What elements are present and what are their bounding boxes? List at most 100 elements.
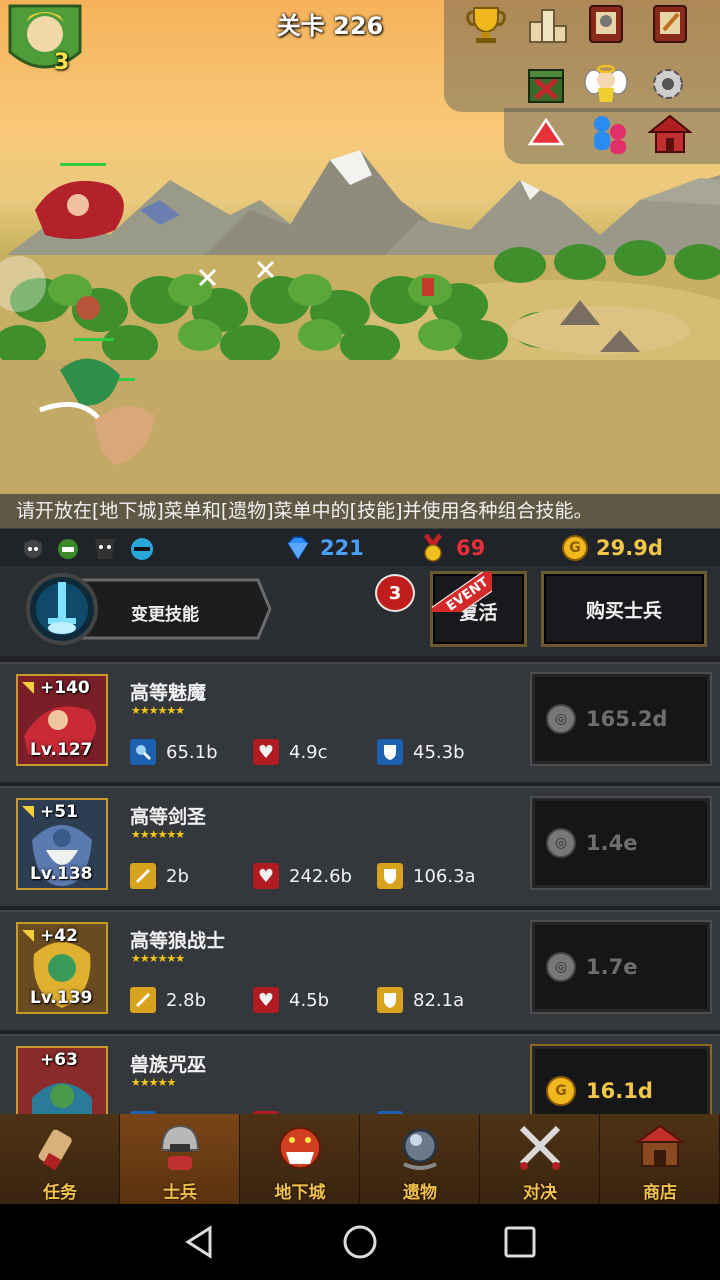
stat-defense: 82.1a bbox=[377, 986, 464, 1014]
helmet-icon bbox=[160, 1124, 200, 1170]
soldier-name: 兽族咒巫 bbox=[130, 1054, 207, 1076]
back-triangle-icon bbox=[185, 1225, 212, 1259]
stat-attack: 2b bbox=[130, 862, 189, 890]
book-icon bbox=[589, 5, 623, 43]
shop-icon bbox=[634, 1124, 686, 1167]
tab-relics[interactable]: 遗物 bbox=[360, 1114, 480, 1204]
sword-icon bbox=[130, 863, 156, 889]
recents-button[interactable] bbox=[500, 1222, 540, 1262]
tab-soldiers[interactable]: 士兵 bbox=[120, 1114, 240, 1204]
stat-health: ♥ 4.5b bbox=[253, 986, 329, 1014]
tab-duel[interactable]: 对决 bbox=[480, 1114, 600, 1204]
notification-badge: 3 bbox=[375, 574, 415, 612]
shield-icon bbox=[377, 739, 403, 765]
dark-cat-icon bbox=[24, 540, 42, 558]
resource-bar: 221 69 G 29.9d bbox=[0, 528, 720, 568]
diamond-counter: 221 bbox=[284, 529, 364, 567]
medal-icon bbox=[423, 533, 443, 562]
home-circle-icon bbox=[343, 1225, 377, 1259]
shield-icon bbox=[377, 987, 403, 1013]
sword-icon bbox=[130, 987, 156, 1013]
change-skill-button[interactable]: 变更技能 bbox=[18, 572, 274, 646]
soldier-stars: ★★★★★★ bbox=[131, 828, 185, 841]
soldier-name: 高等魅魔 bbox=[130, 682, 207, 704]
gold-coin-icon: G bbox=[562, 535, 588, 561]
diamond-icon bbox=[287, 536, 309, 561]
sword-skill-icon bbox=[26, 573, 98, 645]
soldier-row[interactable]: +140 Lv.127 高等魅魔 ★★★★★★ 65.1b ♥ 4.9c 45.… bbox=[0, 662, 720, 782]
shield-icon bbox=[377, 863, 403, 889]
angel-button[interactable] bbox=[584, 62, 632, 110]
soldier-stars: ★★★★★★ bbox=[131, 952, 185, 965]
tab-dungeon[interactable]: 地下城 bbox=[240, 1114, 360, 1204]
soldier-row[interactable]: +63 兽族咒巫 ★★★★★ ♥ G 16.1d bbox=[0, 1034, 720, 1114]
home-system-button[interactable] bbox=[340, 1222, 380, 1262]
orb-icon bbox=[402, 1128, 438, 1170]
buy-soldier-label: 购买士兵 bbox=[585, 599, 662, 622]
triangle-up-icon bbox=[527, 117, 565, 146]
upgrade-price-button[interactable]: ◎ 165.2d bbox=[530, 672, 712, 766]
stat-health: ♥ 242.6b bbox=[253, 862, 352, 890]
tab-shop[interactable]: 商店 bbox=[600, 1114, 720, 1204]
trophy-button[interactable] bbox=[464, 2, 512, 50]
diamond-count: 221 bbox=[320, 536, 364, 560]
bottom-nav: 任务 士兵 地下城 遗物 对决 商店 bbox=[0, 1114, 720, 1204]
heart-icon: ♥ bbox=[253, 739, 279, 765]
gear-icon bbox=[653, 69, 683, 99]
soldier-list[interactable]: +140 Lv.127 高等魅魔 ★★★★★★ 65.1b ♥ 4.9c 45.… bbox=[0, 656, 720, 1114]
battle-scene: 3 关卡 226 请开放在[地下城]菜单和[遗物]菜单中的[技能]并使用各种组合… bbox=[0, 0, 720, 528]
heart-icon: ♥ bbox=[253, 863, 279, 889]
silver-coin-icon: ◎ bbox=[546, 704, 576, 734]
friends-icon bbox=[594, 116, 626, 154]
goblin-icon bbox=[58, 539, 78, 559]
scroll-icon bbox=[38, 1129, 72, 1171]
stat-health: ♥ 4.9c bbox=[253, 738, 328, 766]
soldier-row[interactable]: +42 Lv.139 高等狼战士 ★★★★★★ 2.8b ♥ 4.5b 82.1… bbox=[0, 910, 720, 1030]
party-icons bbox=[20, 529, 160, 567]
hero-level-badge: 3 bbox=[54, 50, 70, 75]
crossed-swords-icon bbox=[519, 1125, 561, 1170]
change-skill-label: 变更技能 bbox=[131, 605, 199, 625]
soldier-name: 高等剑圣 bbox=[130, 806, 207, 828]
back-button[interactable] bbox=[180, 1222, 220, 1262]
stat-defense: 106.3a bbox=[377, 862, 476, 890]
stat-magic-attack: 65.1b bbox=[130, 738, 218, 766]
magic-wand-icon bbox=[130, 739, 156, 765]
friends-button[interactable] bbox=[588, 112, 636, 160]
stat-defense: 45.3b bbox=[377, 738, 465, 766]
house-icon bbox=[648, 114, 692, 153]
gold-counter: G 29.9d bbox=[562, 529, 663, 567]
upgrade-price-button[interactable]: ◎ 1.4e bbox=[530, 796, 712, 890]
trophy-icon bbox=[466, 7, 506, 43]
upgrade-price-button[interactable]: ◎ 1.7e bbox=[530, 920, 712, 1014]
soldier-stars: ★★★★★★ bbox=[131, 704, 185, 717]
silver-coin-icon: ◎ bbox=[546, 952, 576, 982]
soldier-bonus: +51 bbox=[40, 802, 78, 822]
collapse-menu-button[interactable] bbox=[526, 112, 574, 160]
soldier-name: 高等狼战士 bbox=[130, 930, 226, 952]
gift-box-button[interactable] bbox=[524, 62, 572, 110]
blue-monster-icon bbox=[131, 538, 153, 560]
tab-quests[interactable]: 任务 bbox=[0, 1114, 120, 1204]
system-nav-bar bbox=[0, 1204, 720, 1280]
quest-log-button[interactable] bbox=[648, 2, 696, 50]
event-ribbon-label: EVENT bbox=[432, 572, 492, 612]
upgrade-price-button[interactable]: G 16.1d bbox=[530, 1044, 712, 1114]
buy-soldier-button[interactable]: 购买士兵 bbox=[541, 571, 707, 647]
notebook-icon bbox=[653, 5, 687, 43]
medal-count: 69 bbox=[456, 536, 486, 560]
home-button[interactable] bbox=[648, 112, 696, 160]
podium-icon bbox=[529, 9, 567, 43]
ranking-button[interactable] bbox=[526, 2, 574, 50]
soldier-level: Lv.138 bbox=[30, 864, 93, 884]
settings-button[interactable] bbox=[646, 62, 694, 110]
dark-knight-icon bbox=[95, 539, 115, 559]
soldier-bonus: +42 bbox=[40, 926, 78, 946]
collection-button[interactable] bbox=[584, 2, 632, 50]
soldier-bonus: +63 bbox=[40, 1050, 78, 1070]
soldier-row[interactable]: +51 Lv.138 高等剑圣 ★★★★★★ 2b ♥ 242.6b 106.3… bbox=[0, 786, 720, 906]
gold-count: 29.9d bbox=[596, 536, 663, 560]
soldier-bonus: +140 bbox=[40, 678, 90, 698]
heart-icon: ♥ bbox=[253, 987, 279, 1013]
monster-icon bbox=[279, 1127, 321, 1169]
